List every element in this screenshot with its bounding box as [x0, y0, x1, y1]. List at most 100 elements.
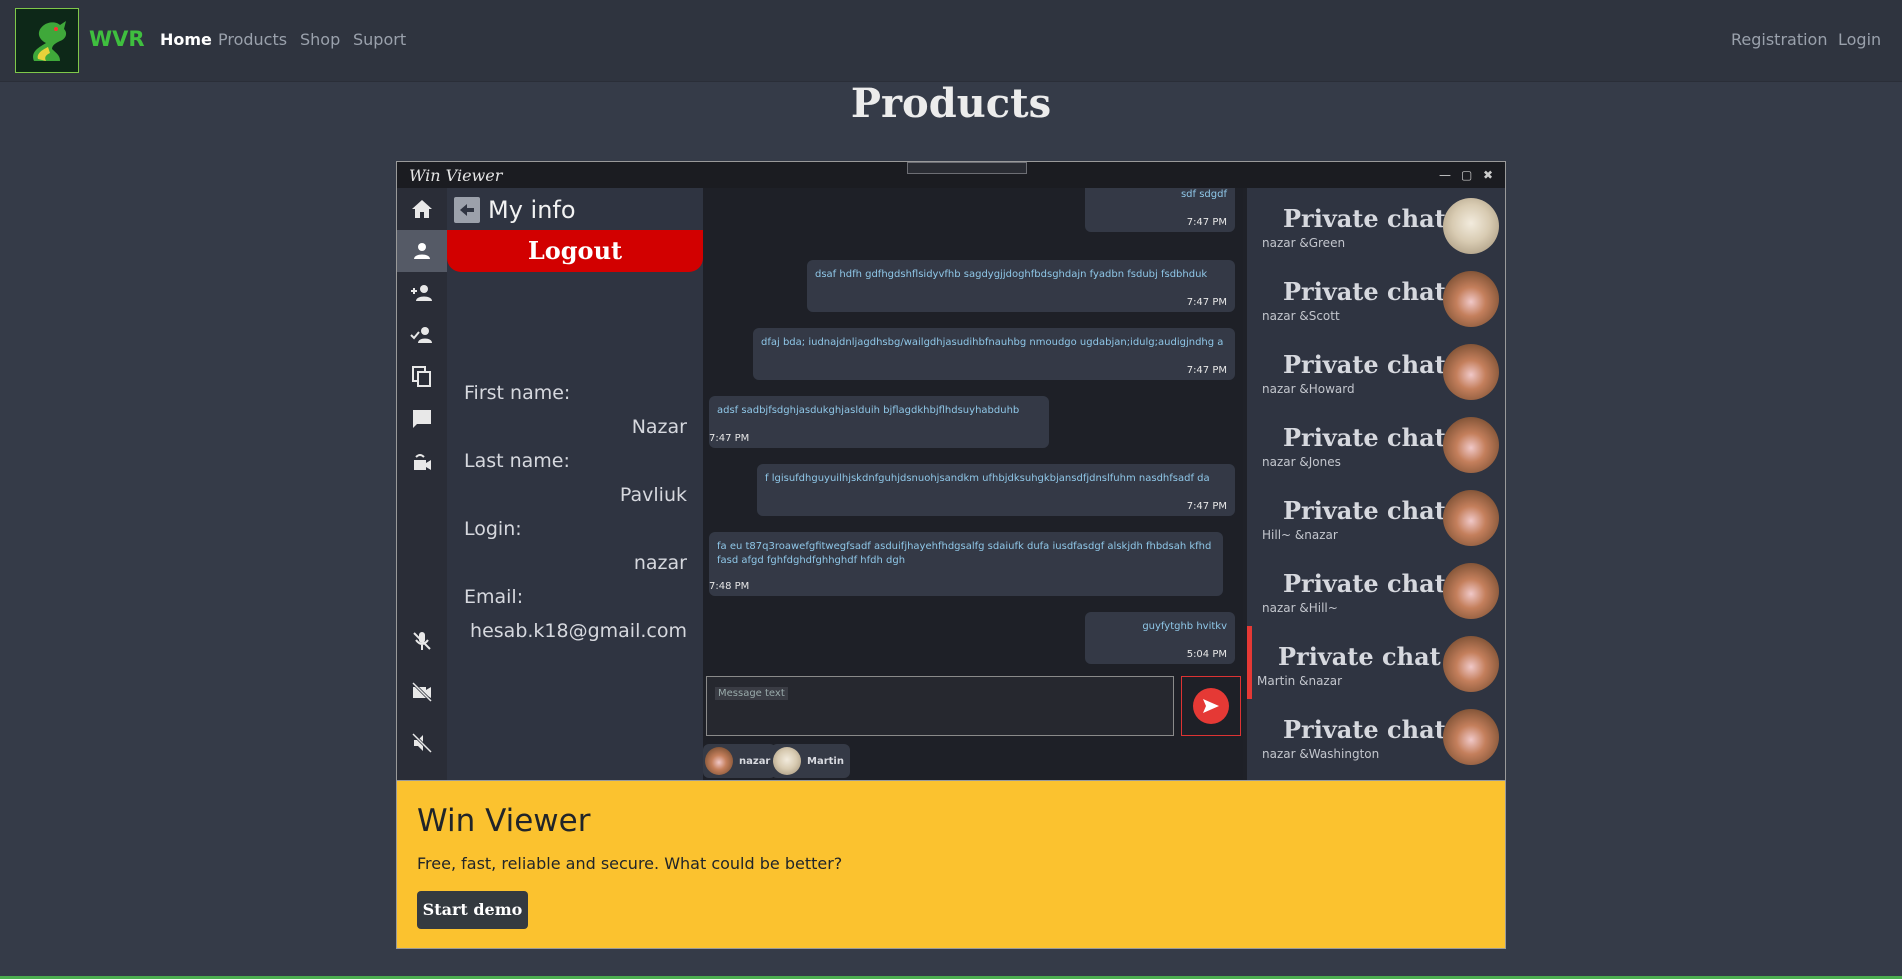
copy-icon[interactable]: [397, 356, 447, 398]
message-bubble: adsf sadbjfsdghjasdukghjaslduih bjflagdk…: [709, 396, 1049, 448]
avatar: [1443, 563, 1499, 619]
message-input[interactable]: Message text: [706, 676, 1174, 736]
participant-chip[interactable]: nazar: [703, 744, 777, 778]
info-header: My info: [454, 196, 576, 224]
chat-area: sdf sdgdf 7:47 PM dsaf hdfh gdfhgdshflsi…: [703, 188, 1243, 780]
participant-chip[interactable]: Martin: [771, 744, 850, 778]
dragon-logo-icon[interactable]: [15, 8, 79, 73]
maximize-icon[interactable]: ▢: [1461, 168, 1472, 182]
friends-check-icon[interactable]: [397, 314, 447, 356]
chat-members: Hill~ &nazar: [1262, 528, 1338, 542]
message-bubble: f lgisufdhguyuilhjskdnfguhjdsnuohjsandkm…: [757, 464, 1235, 516]
avatar: [773, 747, 801, 775]
webcam-broadcast-icon[interactable]: [397, 440, 447, 482]
message-time: 7:47 PM: [1186, 501, 1227, 512]
message-text: guyfytghb hvitkv: [1142, 621, 1227, 632]
last-name-value: Pavliuk: [619, 484, 687, 506]
chat-list-item[interactable]: Private chat nazar &Howard: [1247, 334, 1505, 407]
product-hero: Win Viewer Free, fast, reliable and secu…: [396, 781, 1506, 949]
drag-handle[interactable]: [907, 162, 1027, 174]
nav-link-login[interactable]: Login: [1838, 30, 1881, 49]
avatar: [1443, 344, 1499, 400]
message-bubble: dsaf hdfh gdfhgdshflsidyvfhb sagdygjjdog…: [807, 260, 1235, 312]
chat-members: nazar &Hill~: [1262, 601, 1338, 615]
hero-description: Free, fast, reliable and secure. What co…: [417, 854, 843, 873]
chat-title: Private chat: [1278, 642, 1441, 671]
message-text: sdf sdgdf: [1180, 189, 1227, 200]
profile-icon[interactable]: [397, 230, 447, 272]
chat-list-item[interactable]: Private chat nazar &Washington: [1247, 699, 1505, 772]
chat-list-item[interactable]: Private chat Hill~ &nazar: [1247, 480, 1505, 553]
minimize-icon[interactable]: —: [1439, 168, 1451, 182]
avatar: [1443, 417, 1499, 473]
message-time: 7:48 PM: [709, 581, 750, 592]
page-title: Products: [850, 80, 1052, 127]
icon-rail: [397, 188, 447, 780]
avatar: [1443, 198, 1499, 254]
chat-members: Martin &nazar: [1257, 674, 1343, 688]
brand-name[interactable]: WVR: [89, 27, 145, 51]
login-value: nazar: [633, 552, 687, 574]
chat-list-item[interactable]: Private chat nazar &Green: [1247, 188, 1505, 261]
avatar: [705, 747, 733, 775]
chat-title: Private chat: [1283, 569, 1446, 598]
first-name-value: Nazar: [631, 416, 687, 438]
message-text: fa eu t87q3roawefgfitwegfsadf asduifjhay…: [717, 541, 1212, 566]
chat-list-item[interactable]: Private chat nazar &Scott: [1247, 261, 1505, 334]
nav-link-registration[interactable]: Registration: [1731, 30, 1827, 49]
send-button[interactable]: [1181, 676, 1241, 736]
chat-icon[interactable]: [397, 398, 447, 440]
message-time: 7:47 PM: [1186, 217, 1227, 228]
nav-link-home[interactable]: Home: [160, 30, 212, 49]
participant-name: nazar: [739, 755, 771, 767]
chat-members: nazar &Jones: [1262, 455, 1341, 469]
window-titlebar[interactable]: Win Viewer — ▢ ✖: [397, 162, 1505, 188]
start-demo-button[interactable]: Start demo: [417, 891, 528, 929]
chat-title: Private chat: [1283, 423, 1446, 452]
chat-title: Private chat: [1283, 715, 1446, 744]
chat-members: nazar &Scott: [1262, 309, 1340, 323]
hero-title: Win Viewer: [417, 803, 591, 839]
speaker-off-icon[interactable]: [397, 722, 447, 764]
chat-title: Private chat: [1283, 496, 1446, 525]
chat-title: Private chat: [1283, 277, 1446, 306]
chat-list-item[interactable]: Private chat nazar &Hill~: [1247, 553, 1505, 626]
message-text: dfaj bda; iudnajdnljagdhsbg/wailgdhjasud…: [761, 337, 1224, 348]
participant-name: Martin: [807, 755, 844, 767]
back-arrow-icon[interactable]: [454, 197, 480, 223]
message-bubble: fa eu t87q3roawefgfitwegfsadf asduifjhay…: [709, 532, 1223, 596]
chat-members: nazar &Washington: [1262, 747, 1380, 761]
avatar: [1443, 709, 1499, 765]
message-bubble: dfaj bda; iudnajdnljagdhsbg/wailgdhjasud…: [753, 328, 1235, 380]
app-window-screenshot: Win Viewer — ▢ ✖ My info Logout First na…: [396, 161, 1506, 781]
message-text: f lgisufdhguyuilhjskdnfguhjdsnuohjsandkm…: [765, 473, 1210, 484]
window-title: Win Viewer: [409, 166, 503, 185]
message-time: 7:47 PM: [1186, 297, 1227, 308]
chat-list-item[interactable]: Private chat nazar &Jones: [1247, 407, 1505, 480]
chat-title: Private chat: [1283, 350, 1446, 379]
chat-members: nazar &Howard: [1262, 382, 1355, 396]
message-time: 7:47 PM: [709, 433, 750, 444]
add-friend-icon[interactable]: [397, 272, 447, 314]
navbar: WVR Home Products Shop Suport Registrati…: [0, 0, 1902, 82]
avatar: [1443, 636, 1499, 692]
mic-off-icon[interactable]: [397, 620, 447, 662]
message-bubble: sdf sdgdf 7:47 PM: [1085, 188, 1235, 232]
message-time: 7:47 PM: [1186, 365, 1227, 376]
avatar: [1443, 271, 1499, 327]
home-icon[interactable]: [397, 188, 447, 230]
logout-button[interactable]: Logout: [447, 230, 703, 272]
last-name-label: Last name:: [464, 450, 570, 472]
chat-title: Private chat: [1283, 204, 1446, 233]
camera-off-icon[interactable]: [397, 671, 447, 713]
close-icon[interactable]: ✖: [1483, 168, 1493, 182]
chat-list-item-active[interactable]: Private chat Martin &nazar: [1247, 626, 1505, 699]
nav-link-products[interactable]: Products: [218, 30, 287, 49]
message-bubble: guyfytghb hvitkv 5:04 PM: [1085, 612, 1235, 664]
message-placeholder: Message text: [715, 687, 788, 700]
nav-link-shop[interactable]: Shop: [300, 30, 340, 49]
nav-link-suport[interactable]: Suport: [353, 30, 406, 49]
message-text: dsaf hdfh gdfhgdshflsidyvfhb sagdygjjdog…: [815, 269, 1208, 280]
my-info-panel: My info Logout First name: Nazar Last na…: [447, 188, 703, 780]
chat-list: Private chat nazar &Green Private chat n…: [1247, 188, 1505, 780]
